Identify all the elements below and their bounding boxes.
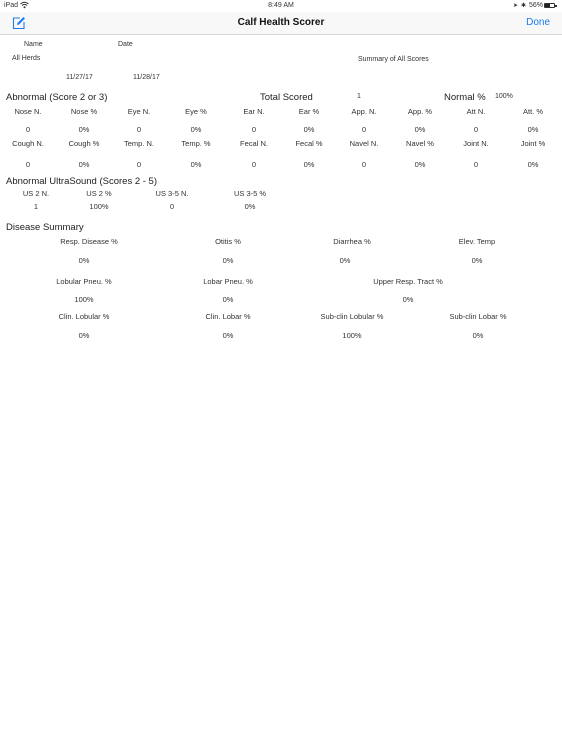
metric-value: 0: [361, 125, 367, 134]
metric-label: Att N.: [466, 107, 486, 116]
metric-value: 0%: [190, 125, 202, 134]
status-bar: iPad 8:49 AM ➤ ✱ 56%: [0, 0, 562, 12]
metric-label: Nose N.: [14, 107, 42, 116]
metric-label: Clin. Lobar %: [205, 312, 251, 321]
wifi-icon: [20, 1, 29, 11]
done-button[interactable]: Done: [526, 17, 550, 28]
metric-label: Eye N.: [127, 107, 151, 116]
metric-value: 0: [251, 125, 257, 134]
metric-value: 0%: [244, 202, 256, 211]
metric-value: 0%: [222, 295, 234, 304]
metric-label: Cough N.: [12, 139, 44, 148]
metric-label: US 2 %: [86, 189, 112, 198]
metric-label: Clin. Lobular %: [58, 312, 110, 321]
metric-value: 0%: [527, 160, 539, 169]
metric-label: App. N.: [351, 107, 377, 116]
metric-value: 0%: [78, 160, 90, 169]
metric-value: 0: [25, 160, 31, 169]
date-label: Date: [118, 41, 133, 48]
metric-label: App. %: [407, 107, 433, 116]
metric-value: 0%: [527, 125, 539, 134]
metric-label: Diarrhea %: [333, 237, 371, 246]
metric-value: 0%: [472, 331, 484, 340]
metric-value: 0: [473, 125, 479, 134]
metric-label: Fecal %: [295, 139, 323, 148]
metric-label: US 2 N.: [22, 189, 50, 198]
battery-fill: [545, 3, 551, 7]
metric-value: 0%: [222, 256, 234, 265]
metric-label: Temp. %: [181, 139, 211, 148]
metric-label: Temp. N.: [123, 139, 155, 148]
metric-value: 0: [473, 160, 479, 169]
metric-label: Ear N.: [243, 107, 265, 116]
metric-label: Elev. Temp: [458, 237, 496, 246]
normal-percent-label: Normal %: [444, 92, 486, 103]
metric-label: Lobar Pneu. %: [203, 277, 253, 286]
ultrasound-section-title: Abnormal UltraSound (Scores 2 - 5): [6, 176, 158, 187]
metric-value: 0%: [471, 256, 483, 265]
battery-percent: 56%: [529, 2, 544, 9]
metric-label: Cough %: [68, 139, 100, 148]
name-label: Name: [24, 41, 43, 48]
metric-value: 0%: [303, 160, 315, 169]
metric-value: 0%: [414, 125, 426, 134]
metric-value: 0: [25, 125, 31, 134]
metric-value: 0%: [78, 125, 90, 134]
metric-label: Fecal N.: [240, 139, 268, 148]
metric-label: Att. %: [522, 107, 544, 116]
metric-label: Navel %: [406, 139, 434, 148]
metric-label: US 3-5 N.: [155, 189, 189, 198]
metric-value: 0%: [78, 256, 90, 265]
date-from: 11/27/17: [66, 74, 93, 81]
metric-label: Joint %: [520, 139, 546, 148]
disease-section-title: Disease Summary: [6, 222, 84, 233]
metric-value: 0: [169, 202, 175, 211]
status-time: 8:49 AM: [268, 2, 294, 9]
summary-title: Summary of All Scores: [358, 56, 429, 63]
metric-value: 0: [251, 160, 257, 169]
bluetooth-icon: ✱: [521, 3, 527, 9]
metric-label: Sub-clin Lobar %: [449, 312, 507, 321]
metric-label: Otitis %: [215, 237, 241, 246]
navigation-bar: Calf Health Scorer Done: [0, 12, 562, 35]
metric-label: US 3-5 %: [233, 189, 267, 198]
metric-value: 0%: [402, 295, 414, 304]
metric-value: 100%: [342, 331, 362, 340]
metric-value: 0%: [78, 331, 90, 340]
metric-label: Upper Resp. Tract %: [373, 277, 443, 286]
metric-value: 0%: [303, 125, 315, 134]
metric-label: Joint N.: [463, 139, 489, 148]
metric-label: Resp. Disease %: [60, 237, 118, 246]
metric-value: 100%: [74, 295, 94, 304]
metric-label: Nose %: [70, 107, 98, 116]
page-title: Calf Health Scorer: [237, 17, 325, 28]
metric-value: 0: [136, 125, 142, 134]
date-to: 11/28/17: [133, 74, 160, 81]
metric-value: 0: [136, 160, 142, 169]
total-scored-value: 1: [357, 93, 361, 100]
metric-label: Navel N.: [349, 139, 379, 148]
metric-value: 1: [33, 202, 39, 211]
metric-value: 100%: [89, 202, 109, 211]
metric-value: 0%: [222, 331, 234, 340]
abnormal-section-title: Abnormal (Score 2 or 3): [6, 92, 108, 103]
total-scored-label: Total Scored: [260, 92, 313, 103]
metric-label: Eye %: [185, 107, 207, 116]
metric-label: Sub-clin Lobular %: [320, 312, 384, 321]
metric-label: Ear %: [298, 107, 320, 116]
metric-value: 0%: [339, 256, 351, 265]
metric-label: Lobular Pneu. %: [56, 277, 112, 286]
metric-value: 0: [361, 160, 367, 169]
battery-icon: [542, 2, 557, 9]
metric-value: 0%: [190, 160, 202, 169]
location-icon: ➤: [513, 3, 519, 9]
normal-percent-value: 100%: [495, 93, 513, 100]
device-label: iPad: [4, 2, 19, 9]
metric-value: 0%: [414, 160, 426, 169]
herd-name: All Herds: [12, 55, 41, 62]
